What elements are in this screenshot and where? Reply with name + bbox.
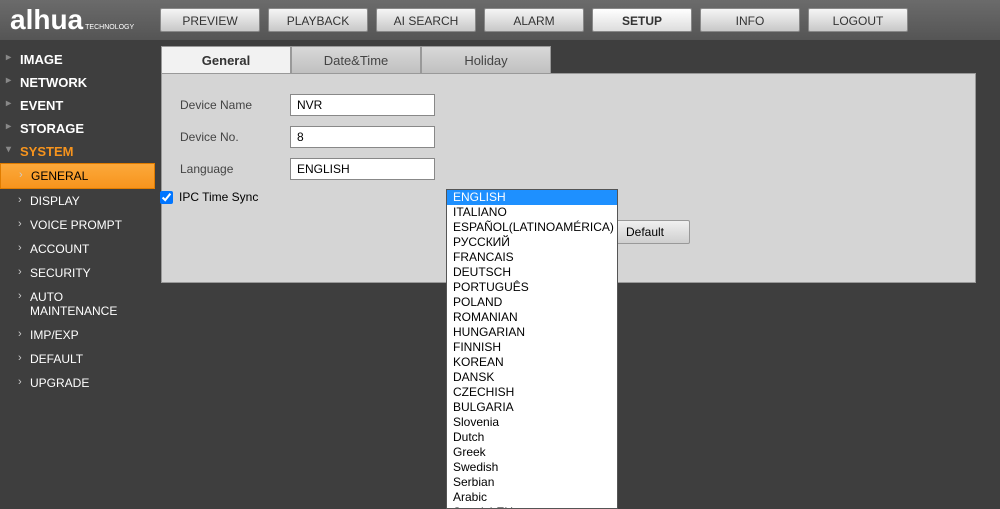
language-option[interactable]: Serbian bbox=[447, 475, 617, 490]
tab-bar: General Date&Time Holiday bbox=[161, 46, 990, 74]
nav-logout[interactable]: LOGOUT bbox=[808, 8, 908, 32]
sidebar-sub-security[interactable]: SECURITY bbox=[0, 261, 155, 285]
language-option[interactable]: РУССКИЙ bbox=[447, 235, 617, 250]
language-label: Language bbox=[180, 162, 290, 176]
language-option[interactable]: Slovenia bbox=[447, 415, 617, 430]
language-select[interactable] bbox=[290, 158, 435, 180]
language-dropdown[interactable]: ENGLISHITALIANOESPAÑOL(LATINOAMÉRICA)РУС… bbox=[446, 189, 618, 509]
tab-general[interactable]: General bbox=[161, 46, 291, 74]
sidebar: IMAGE NETWORK EVENT STORAGE SYSTEM GENER… bbox=[0, 40, 155, 504]
ipc-sync-checkbox[interactable] bbox=[160, 191, 173, 204]
top-nav: PREVIEW PLAYBACK AI SEARCH ALARM SETUP I… bbox=[160, 8, 908, 32]
nav-aisearch[interactable]: AI SEARCH bbox=[376, 8, 476, 32]
language-option[interactable]: Greek bbox=[447, 445, 617, 460]
language-option[interactable]: FRANCAIS bbox=[447, 250, 617, 265]
sidebar-sub-impexp[interactable]: IMP/EXP bbox=[0, 323, 155, 347]
device-name-label: Device Name bbox=[180, 98, 290, 112]
sidebar-sub-upgrade[interactable]: UPGRADE bbox=[0, 371, 155, 395]
device-name-input[interactable] bbox=[290, 94, 435, 116]
language-option[interactable]: PORTUGUÊS bbox=[447, 280, 617, 295]
language-option[interactable]: Arabic bbox=[447, 490, 617, 505]
header-bar: alhua TECHNOLOGY PREVIEW PLAYBACK AI SEA… bbox=[0, 0, 1000, 40]
device-no-input[interactable] bbox=[290, 126, 435, 148]
sidebar-sub-automaint[interactable]: AUTO MAINTENANCE bbox=[0, 285, 155, 323]
sidebar-cat-event[interactable]: EVENT bbox=[0, 94, 155, 117]
nav-playback[interactable]: PLAYBACK bbox=[268, 8, 368, 32]
nav-preview[interactable]: PREVIEW bbox=[160, 8, 260, 32]
sidebar-sub-voice[interactable]: VOICE PROMPT bbox=[0, 213, 155, 237]
tab-datetime[interactable]: Date&Time bbox=[291, 46, 421, 74]
language-option[interactable]: KOREAN bbox=[447, 355, 617, 370]
content-area: General Date&Time Holiday Device Name De… bbox=[155, 40, 1000, 504]
sidebar-cat-network[interactable]: NETWORK bbox=[0, 71, 155, 94]
sidebar-sub-account[interactable]: ACCOUNT bbox=[0, 237, 155, 261]
tab-holiday[interactable]: Holiday bbox=[421, 46, 551, 74]
nav-setup[interactable]: SETUP bbox=[592, 8, 692, 32]
device-no-label: Device No. bbox=[180, 130, 290, 144]
nav-info[interactable]: INFO bbox=[700, 8, 800, 32]
sidebar-cat-storage[interactable]: STORAGE bbox=[0, 117, 155, 140]
language-option[interactable]: BULGARIA bbox=[447, 400, 617, 415]
language-option[interactable]: POLAND bbox=[447, 295, 617, 310]
brand-name: alhua bbox=[10, 4, 83, 36]
language-option[interactable]: FINNISH bbox=[447, 340, 617, 355]
language-option[interactable]: ROMANIAN bbox=[447, 310, 617, 325]
language-option[interactable]: SpanishEU bbox=[447, 505, 617, 509]
sidebar-cat-image[interactable]: IMAGE bbox=[0, 48, 155, 71]
language-option[interactable]: Swedish bbox=[447, 460, 617, 475]
ipc-sync-label: IPC Time Sync bbox=[179, 190, 258, 204]
nav-alarm[interactable]: ALARM bbox=[484, 8, 584, 32]
language-option[interactable]: Dutch bbox=[447, 430, 617, 445]
language-option[interactable]: ESPAÑOL(LATINOAMÉRICA) bbox=[447, 220, 617, 235]
language-option[interactable]: HUNGARIAN bbox=[447, 325, 617, 340]
language-option[interactable]: DANSK bbox=[447, 370, 617, 385]
language-option[interactable]: CZECHISH bbox=[447, 385, 617, 400]
brand-sub: TECHNOLOGY bbox=[85, 24, 134, 31]
sidebar-cat-system[interactable]: SYSTEM bbox=[0, 140, 155, 163]
language-option[interactable]: ENGLISH bbox=[447, 190, 617, 205]
language-option[interactable]: ITALIANO bbox=[447, 205, 617, 220]
sidebar-sub-default[interactable]: DEFAULT bbox=[0, 347, 155, 371]
brand-logo: alhua TECHNOLOGY bbox=[10, 4, 150, 36]
sidebar-sub-display[interactable]: DISPLAY bbox=[0, 189, 155, 213]
sidebar-sub-general[interactable]: GENERAL bbox=[0, 163, 155, 189]
language-option[interactable]: DEUTSCH bbox=[447, 265, 617, 280]
